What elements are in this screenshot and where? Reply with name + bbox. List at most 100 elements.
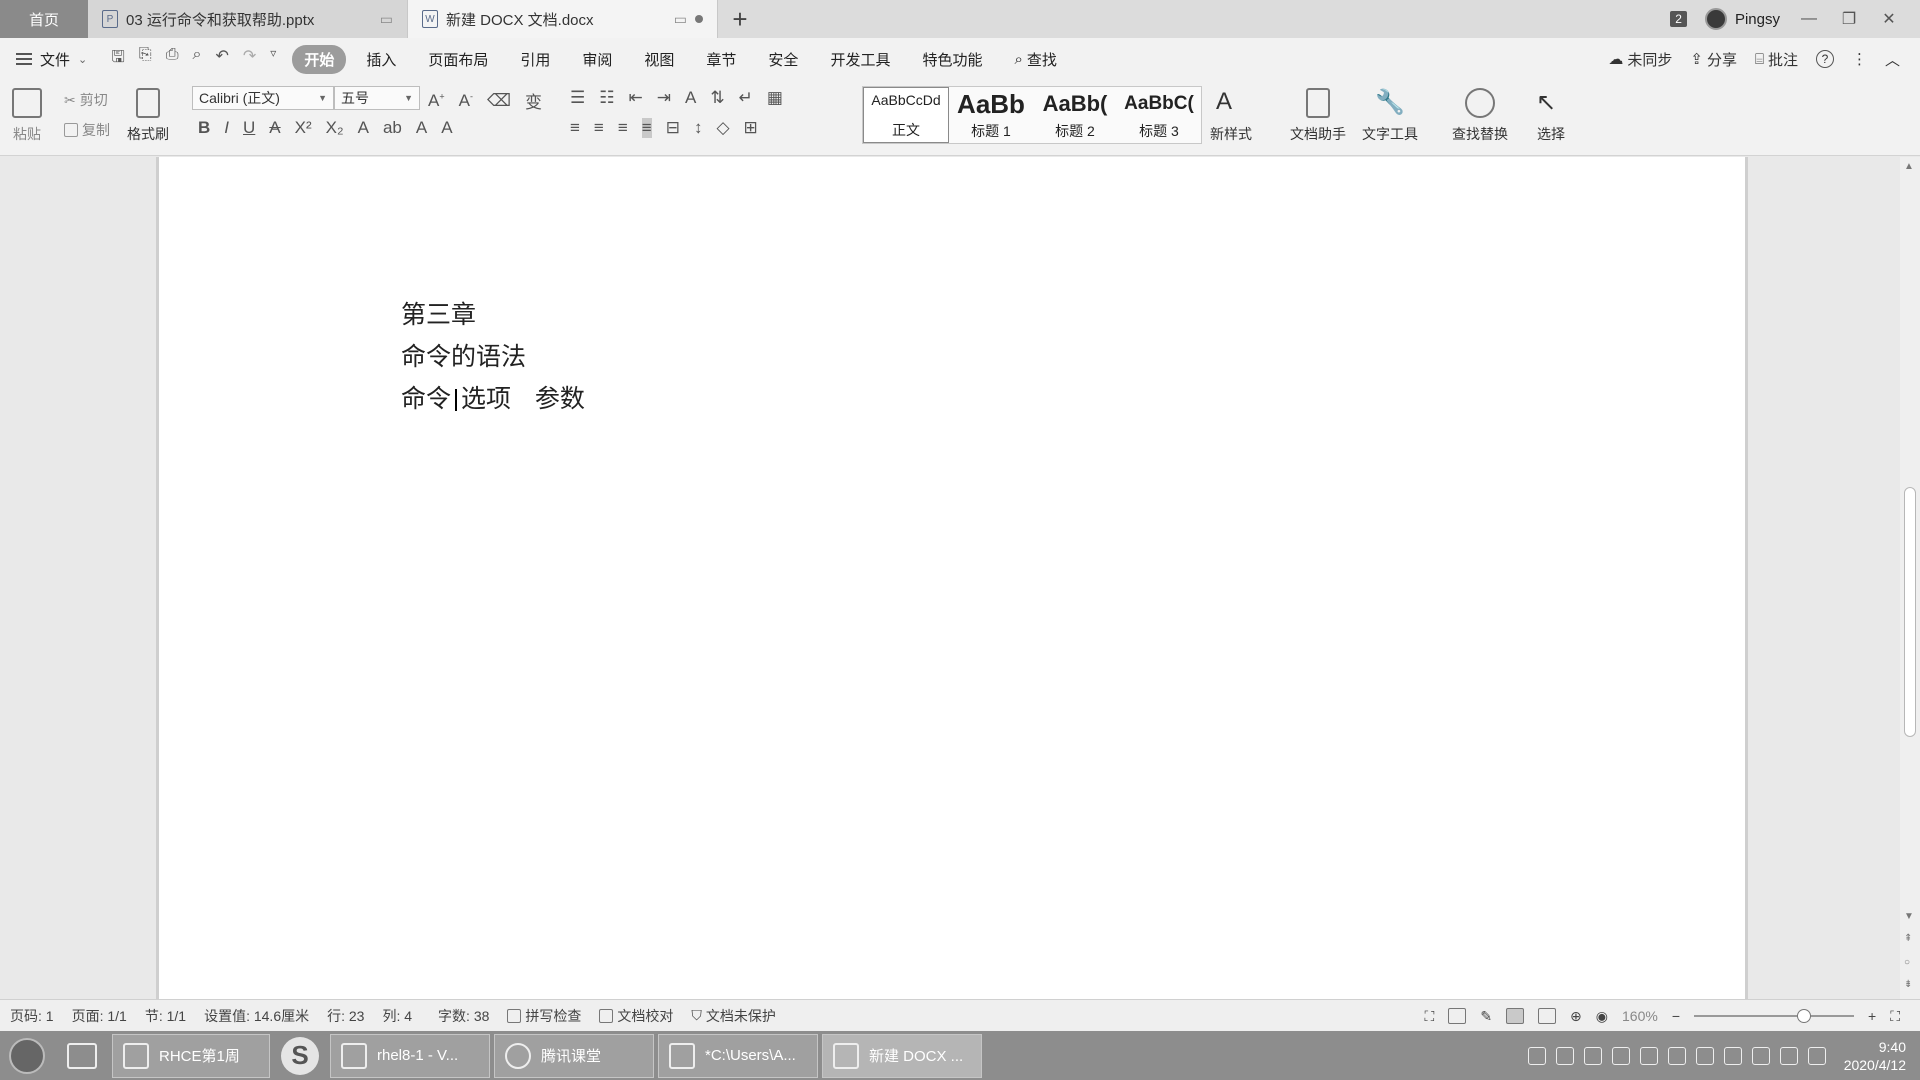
status-section[interactable]: 节: 1/1 <box>145 1006 186 1026</box>
font-size-select[interactable]: 五号 ▼ <box>334 86 420 110</box>
taskbar-app-tencent[interactable]: 腾讯课堂 <box>494 1033 654 1078</box>
export-icon[interactable]: ⎘ <box>139 46 152 73</box>
subscript-icon[interactable]: X₂ <box>326 118 344 138</box>
align-left-icon[interactable]: ≡ <box>570 118 580 138</box>
increase-indent-icon[interactable]: ⇥ <box>657 88 671 108</box>
font-color-icon[interactable]: A <box>416 118 427 138</box>
help-icon[interactable]: ? <box>1815 50 1834 68</box>
line-spacing-icon[interactable]: ↕ <box>694 118 703 138</box>
menu-developer[interactable]: 开发工具 <box>818 45 902 74</box>
eye-protect-icon[interactable]: ◉ <box>1596 1008 1608 1025</box>
pinyin-icon[interactable]: 变 <box>525 88 542 113</box>
shrink-font-icon[interactable]: A- <box>459 91 473 111</box>
line-break-icon[interactable]: ↵ <box>739 88 753 108</box>
user-tray-icon[interactable] <box>1555 1046 1574 1065</box>
tab-home[interactable]: 首页 <box>0 0 88 38</box>
print-preview-icon[interactable]: ⌕ <box>193 46 202 73</box>
sogou-tray-icon[interactable] <box>1527 1046 1546 1065</box>
doc-line-2[interactable]: 命令的语法 <box>401 337 526 373</box>
read-mode-icon[interactable] <box>1448 1008 1467 1024</box>
distribute-icon[interactable]: ⊟ <box>666 118 680 138</box>
table-icon[interactable]: ▦ <box>767 88 783 108</box>
taskbar-pinned-app[interactable] <box>54 1034 110 1078</box>
strikethrough-icon[interactable]: A <box>269 118 280 138</box>
paste-button[interactable]: 粘贴 <box>12 88 42 144</box>
tab-docx[interactable]: W 新建 DOCX 文档.docx ▭ <box>408 0 718 38</box>
clear-format-icon[interactable]: ⌫ <box>487 91 511 111</box>
taskbar-app-editor[interactable]: *C:\Users\A... <box>658 1033 818 1078</box>
scroll-up-icon[interactable]: ▲ <box>1904 161 1914 172</box>
taskbar-app-rhce[interactable]: RHCE第1周 <box>112 1033 270 1078</box>
monitor-icon[interactable]: ▭ <box>380 11 393 28</box>
status-word-count[interactable]: 字数: 38 <box>438 1006 489 1026</box>
format-painter-button[interactable]: 格式刷 <box>127 88 169 144</box>
align-center-icon[interactable]: ≡ <box>594 118 604 138</box>
menu-review[interactable]: 审阅 <box>570 45 624 74</box>
zoom-level[interactable]: 160% <box>1622 1008 1658 1024</box>
superscript-icon[interactable]: X² <box>295 118 312 138</box>
display-tray-icon[interactable] <box>1723 1046 1742 1065</box>
zoom-in-icon[interactable]: + <box>1868 1008 1876 1024</box>
volume-tray-icon[interactable] <box>1779 1046 1798 1065</box>
char-shading-icon[interactable]: A <box>441 118 452 138</box>
undo-icon[interactable]: ↶ <box>215 46 228 73</box>
style-heading-1[interactable]: AaBb 标题 1 <box>949 87 1033 143</box>
taskbar-sogou[interactable]: S <box>272 1034 328 1078</box>
redo-icon[interactable]: ↷ <box>243 46 256 73</box>
window-count-badge[interactable]: 2 <box>1670 11 1687 27</box>
taskbar-app-wps[interactable]: 新建 DOCX ... <box>822 1033 982 1078</box>
zoom-out-icon[interactable]: − <box>1672 1008 1680 1024</box>
text-effect-icon[interactable]: A <box>358 118 369 138</box>
start-button[interactable] <box>0 1031 54 1080</box>
doc-line-3[interactable]: 命令 选项 参数 <box>401 379 585 415</box>
file-menu[interactable]: 文件 ⌄ <box>16 49 87 70</box>
menu-references[interactable]: 引用 <box>508 45 562 74</box>
zoom-slider-knob[interactable] <box>1796 1009 1811 1023</box>
shield-tray-icon[interactable] <box>1583 1046 1602 1065</box>
user-account[interactable]: Pingsy <box>1704 8 1780 30</box>
fit-page-icon[interactable]: ⛶ <box>1890 1008 1900 1025</box>
doc-assistant-button[interactable]: 文档助手 <box>1290 88 1346 144</box>
bold-icon[interactable]: B <box>198 118 210 138</box>
print-icon[interactable]: ⎙ <box>166 46 179 73</box>
grow-font-icon[interactable]: A+ <box>428 91 445 111</box>
new-tab-button[interactable]: + <box>718 0 762 38</box>
decrease-indent-icon[interactable]: ⇤ <box>629 88 643 108</box>
borders-icon[interactable]: ⊞ <box>744 118 758 138</box>
shading-icon[interactable]: ◇ <box>716 118 729 138</box>
text-direction-icon[interactable]: A <box>685 88 696 108</box>
vertical-scrollbar[interactable]: ▲ ▼ ⇞ ○ ⇟ <box>1900 157 1920 999</box>
share-button[interactable]: ⇪ 分享 <box>1690 49 1737 70</box>
unsaved-dot-icon[interactable] <box>695 15 703 23</box>
style-normal[interactable]: AaBbCcDd 正文 <box>863 87 949 143</box>
protect-button[interactable]: ⛉ 文档未保护 <box>691 1006 776 1026</box>
status-page-code[interactable]: 页码: 1 <box>10 1006 54 1026</box>
sync-button[interactable]: ☁ 未同步 <box>1608 49 1672 70</box>
select-browse-icon[interactable]: ○ <box>1904 957 1910 968</box>
taskbar-app-vm[interactable]: rhel8-1 - V... <box>330 1033 490 1078</box>
bullets-icon[interactable]: ☰ <box>570 88 585 108</box>
doc-proof-button[interactable]: 文档校对 <box>599 1006 673 1026</box>
style-heading-2[interactable]: AaBb( 标题 2 <box>1033 87 1117 143</box>
highlight-icon[interactable]: ab <box>383 118 402 138</box>
edit-mode-icon[interactable]: ✎ <box>1480 1008 1492 1025</box>
status-page[interactable]: 页面: 1/1 <box>72 1006 127 1026</box>
search-menu[interactable]: ⌕ 查找 <box>1002 45 1068 74</box>
menu-home[interactable]: 开始 <box>292 44 347 74</box>
monitor-icon[interactable]: ▭ <box>674 11 687 28</box>
page-view-icon[interactable] <box>1506 1008 1525 1024</box>
network-tray-icon[interactable] <box>1751 1046 1770 1065</box>
text-tools-button[interactable]: 🔧 文字工具 <box>1362 88 1418 144</box>
numbering-icon[interactable]: ☷ <box>599 88 614 108</box>
style-heading-3[interactable]: AaBbC( 标题 3 <box>1117 87 1201 143</box>
copy-button[interactable]: 复制 <box>64 120 110 140</box>
scroll-down-icon[interactable]: ▼ <box>1904 911 1914 922</box>
document-page[interactable]: 第三章 命令的语法 命令 选项 参数 <box>156 157 1748 999</box>
prev-page-icon[interactable]: ⇞ <box>1904 933 1912 944</box>
chat-tray-icon[interactable] <box>1639 1046 1658 1065</box>
customize-icon[interactable]: ▿ <box>270 46 276 73</box>
status-row[interactable]: 行: 23 <box>327 1006 364 1026</box>
menu-security[interactable]: 安全 <box>756 45 810 74</box>
tab-pptx[interactable]: P 03 运行命令和获取帮助.pptx ▭ <box>88 0 408 38</box>
spell-check-button[interactable]: 拼写检查 <box>507 1006 581 1026</box>
